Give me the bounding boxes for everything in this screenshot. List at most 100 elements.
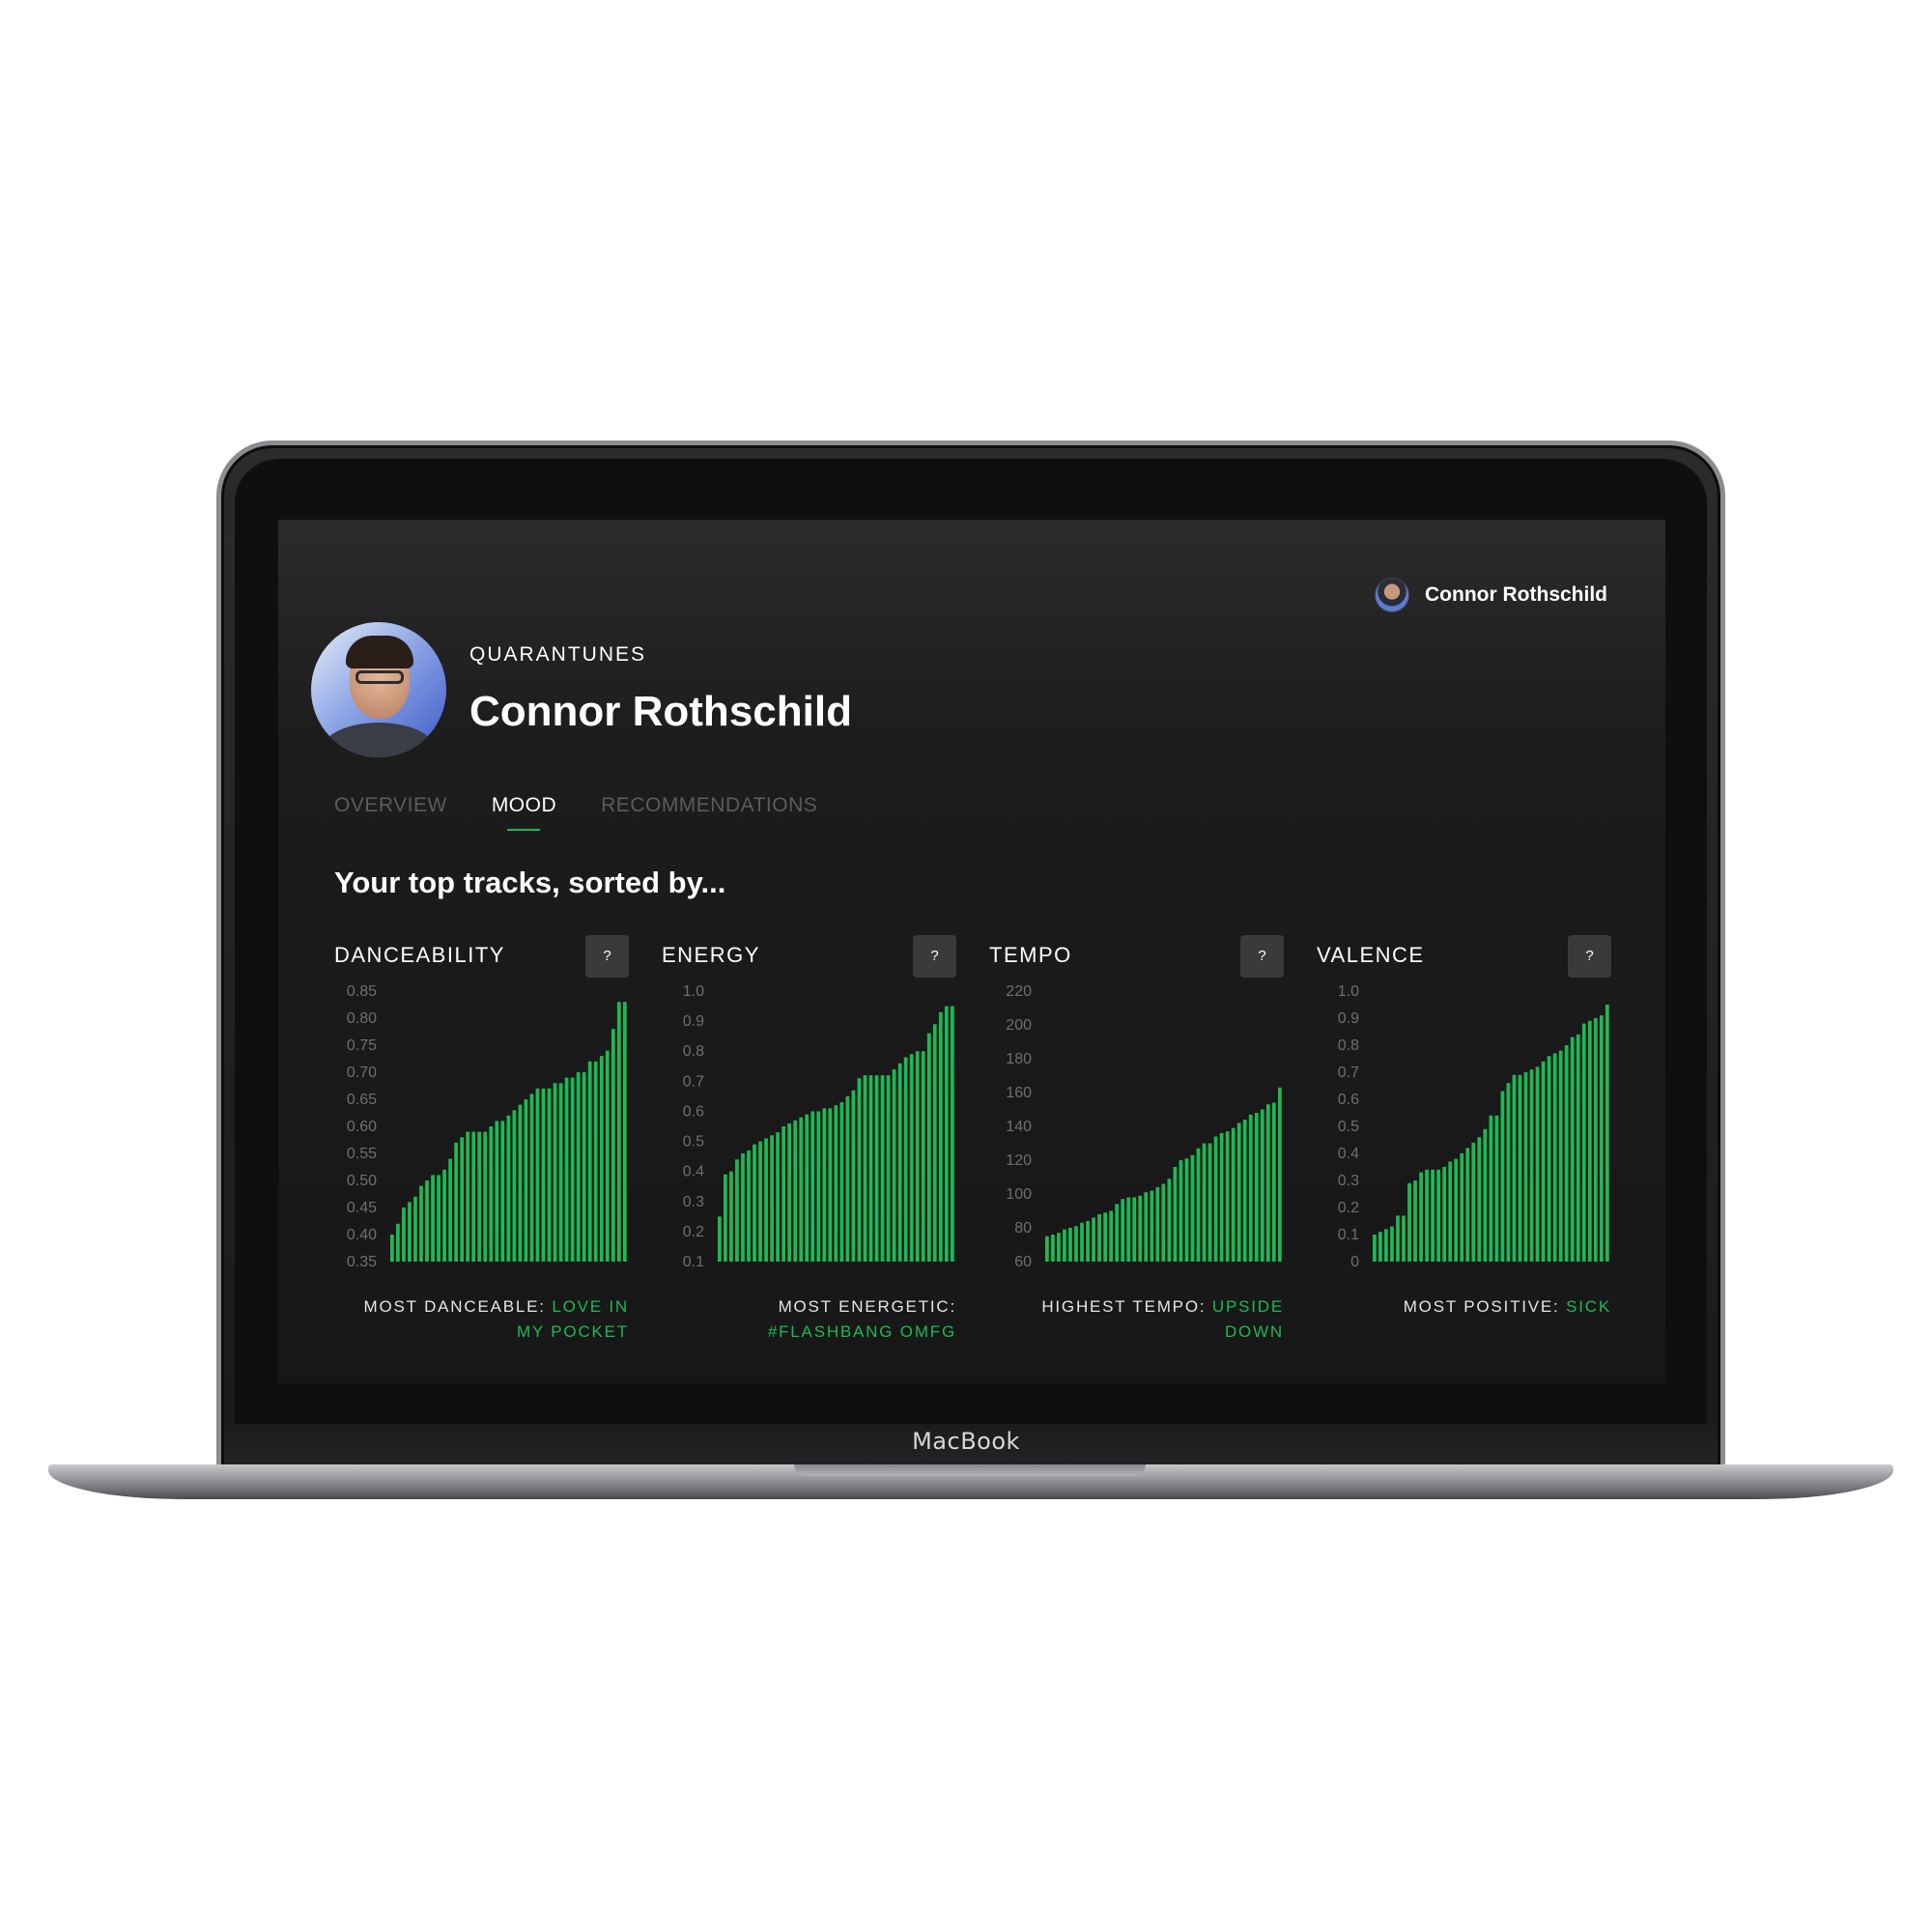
bar-mark[interactable]: [892, 1068, 896, 1262]
bar-mark[interactable]: [863, 1075, 867, 1262]
bar-mark[interactable]: [880, 1075, 885, 1262]
bar-mark[interactable]: [1512, 1074, 1517, 1262]
bar-mark[interactable]: [903, 1057, 908, 1262]
bar-mark[interactable]: [454, 1142, 459, 1262]
bar-mark[interactable]: [1045, 1236, 1049, 1262]
bar-mark[interactable]: [816, 1111, 821, 1262]
bar-mark[interactable]: [1593, 1018, 1598, 1262]
bar-mark[interactable]: [611, 1029, 615, 1262]
bar-mark[interactable]: [1051, 1235, 1055, 1262]
bar-mark[interactable]: [431, 1175, 435, 1262]
bar-mark[interactable]: [1242, 1120, 1247, 1262]
help-button[interactable]: ?: [1568, 935, 1611, 978]
bar-mark[interactable]: [1448, 1161, 1453, 1262]
bar-mark[interactable]: [489, 1126, 494, 1262]
bar-mark[interactable]: [1179, 1160, 1183, 1262]
bar-mark[interactable]: [776, 1132, 780, 1262]
bar-mark[interactable]: [897, 1063, 902, 1262]
bar-mark[interactable]: [1489, 1115, 1493, 1262]
bar-mark[interactable]: [535, 1088, 540, 1262]
bar-mark[interactable]: [1552, 1053, 1557, 1262]
caption-track-link[interactable]: SICK: [1566, 1297, 1611, 1316]
bar-mark[interactable]: [558, 1083, 563, 1262]
bar-mark[interactable]: [512, 1110, 517, 1262]
bar-mark[interactable]: [1231, 1127, 1236, 1262]
bar-mark[interactable]: [764, 1138, 768, 1262]
bar-mark[interactable]: [495, 1121, 499, 1262]
bar-mark[interactable]: [1442, 1167, 1447, 1262]
bar-mark[interactable]: [753, 1144, 756, 1262]
bar-mark[interactable]: [390, 1235, 394, 1262]
bar-mark[interactable]: [529, 1094, 534, 1262]
caption-track-link[interactable]: UPSIDE DOWN: [1212, 1297, 1284, 1341]
bar-mark[interactable]: [1570, 1037, 1575, 1262]
bar-mark[interactable]: [851, 1090, 856, 1262]
bar-mark[interactable]: [1390, 1226, 1394, 1262]
bar-mark[interactable]: [944, 1006, 949, 1262]
bar-mark[interactable]: [1529, 1069, 1534, 1262]
bar-mark[interactable]: [1161, 1183, 1166, 1263]
bar-mark[interactable]: [1254, 1113, 1259, 1262]
bar-mark[interactable]: [1202, 1143, 1207, 1263]
bar-mark[interactable]: [1506, 1083, 1511, 1262]
bar-mark[interactable]: [938, 1011, 943, 1262]
bar-mark[interactable]: [448, 1158, 452, 1262]
bar-mark[interactable]: [1097, 1214, 1101, 1262]
bar-mark[interactable]: [886, 1075, 891, 1262]
bar-mark[interactable]: [839, 1102, 844, 1262]
bar-mark[interactable]: [1494, 1115, 1499, 1262]
bar-mark[interactable]: [724, 1174, 727, 1262]
bar-mark[interactable]: [500, 1121, 505, 1262]
bar-mark[interactable]: [1068, 1228, 1072, 1262]
bar-mark[interactable]: [1483, 1128, 1488, 1262]
bar-mark[interactable]: [466, 1131, 470, 1262]
bar-mark[interactable]: [419, 1185, 423, 1262]
bar-mark[interactable]: [1523, 1072, 1528, 1262]
bar-mark[interactable]: [1413, 1180, 1417, 1262]
bar-mark[interactable]: [1092, 1217, 1095, 1263]
bar-mark[interactable]: [1074, 1226, 1078, 1262]
bar-mark[interactable]: [828, 1108, 833, 1262]
bar-mark[interactable]: [1213, 1136, 1218, 1263]
bar-mark[interactable]: [1115, 1204, 1120, 1263]
bar-mark[interactable]: [1541, 1061, 1546, 1262]
bar-mark[interactable]: [770, 1135, 774, 1262]
bar-mark[interactable]: [1184, 1158, 1189, 1262]
bar-mark[interactable]: [1558, 1050, 1563, 1262]
bar-mark[interactable]: [1155, 1187, 1160, 1262]
bar-mark[interactable]: [1564, 1045, 1569, 1262]
bar-mark[interactable]: [599, 1056, 604, 1262]
bar-mark[interactable]: [793, 1120, 798, 1262]
bar-mark[interactable]: [1208, 1143, 1212, 1263]
bar-mark[interactable]: [1460, 1153, 1464, 1262]
bar-mark[interactable]: [1396, 1215, 1400, 1262]
bar-mark[interactable]: [805, 1114, 810, 1262]
bar-mark[interactable]: [570, 1077, 575, 1262]
help-button[interactable]: ?: [913, 935, 956, 978]
bar-mark[interactable]: [564, 1077, 569, 1262]
bar-mark[interactable]: [413, 1196, 417, 1262]
bar-mark[interactable]: [483, 1131, 488, 1262]
bar-mark[interactable]: [735, 1159, 739, 1262]
bar-mark[interactable]: [1144, 1192, 1149, 1262]
bar-mark[interactable]: [576, 1072, 581, 1262]
bar-mark[interactable]: [518, 1104, 523, 1262]
bar-mark[interactable]: [822, 1108, 827, 1262]
bar-mark[interactable]: [747, 1150, 751, 1262]
bar-mark[interactable]: [868, 1075, 873, 1262]
bar-mark[interactable]: [1080, 1222, 1084, 1262]
bar-mark[interactable]: [1407, 1182, 1411, 1262]
bar-mark[interactable]: [1126, 1197, 1131, 1263]
bar-mark[interactable]: [605, 1050, 610, 1262]
bar-mark[interactable]: [1425, 1169, 1429, 1262]
bar-mark[interactable]: [1121, 1199, 1125, 1262]
bar-mark[interactable]: [1431, 1169, 1435, 1262]
bar-mark[interactable]: [1173, 1167, 1178, 1262]
bar-mark[interactable]: [541, 1088, 546, 1262]
bar-mark[interactable]: [1471, 1142, 1476, 1262]
bar-mark[interactable]: [471, 1131, 476, 1262]
bar-mark[interactable]: [506, 1115, 511, 1262]
bar-mark[interactable]: [1236, 1122, 1241, 1263]
bar-mark[interactable]: [1419, 1172, 1423, 1262]
bar-mark[interactable]: [909, 1054, 914, 1262]
